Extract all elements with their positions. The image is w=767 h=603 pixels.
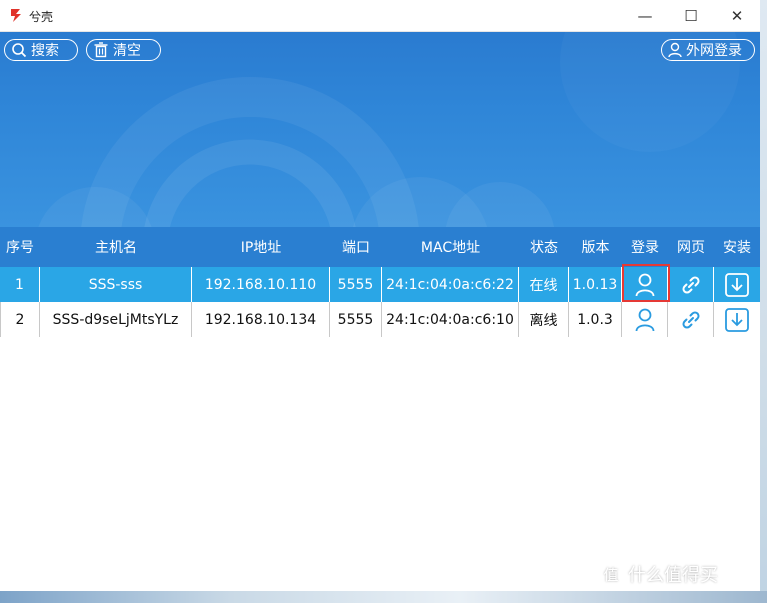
minimize-button[interactable]: — bbox=[622, 0, 668, 31]
install-button[interactable] bbox=[724, 272, 750, 298]
col-header-port: 端口 bbox=[342, 240, 370, 256]
watermark: 值 什么值得买 bbox=[598, 561, 718, 587]
cell-install bbox=[714, 302, 760, 337]
banner-decoration bbox=[38, 77, 555, 227]
col-header-ip: IP地址 bbox=[240, 240, 282, 256]
web-link-button[interactable] bbox=[678, 272, 704, 298]
cell-install bbox=[714, 267, 760, 302]
col-header-install: 安装 bbox=[723, 240, 751, 256]
cell-login bbox=[622, 267, 668, 302]
window-title: 兮壳 bbox=[29, 10, 54, 24]
table-row[interactable]: 2 SSS-d9seLjMtsYLz 192.168.10.134 5555 2… bbox=[0, 302, 760, 338]
cell-index: 2 bbox=[0, 302, 40, 337]
search-button[interactable]: 搜索 bbox=[4, 39, 78, 61]
watermark-badge: 值 bbox=[598, 561, 624, 587]
cell-mac: 24:1c:04:0a:c6:22 bbox=[382, 267, 519, 302]
col-header-mac: MAC地址 bbox=[420, 240, 481, 256]
cell-ip: 192.168.10.134 bbox=[192, 302, 330, 337]
empty-list-area bbox=[0, 337, 760, 591]
download-icon bbox=[725, 272, 749, 297]
clear-button-label: 清空 bbox=[113, 43, 141, 59]
login-button[interactable] bbox=[632, 272, 658, 298]
col-header-index: 序号 bbox=[6, 240, 34, 256]
close-button[interactable]: ✕ bbox=[714, 0, 760, 31]
desktop-background-right bbox=[760, 0, 767, 603]
cell-ip: 192.168.10.110 bbox=[192, 267, 330, 302]
watermark-text: 什么值得买 bbox=[628, 565, 718, 586]
col-header-web: 网页 bbox=[677, 240, 705, 256]
user-icon bbox=[668, 42, 682, 58]
col-header-login: 登录 bbox=[631, 240, 659, 256]
cell-version: 1.0.3 bbox=[569, 302, 622, 337]
install-button[interactable] bbox=[724, 307, 750, 333]
cell-port: 5555 bbox=[330, 267, 382, 302]
user-icon bbox=[635, 273, 654, 296]
web-link-button[interactable] bbox=[678, 307, 704, 333]
external-login-label: 外网登录 bbox=[686, 43, 742, 59]
link-icon bbox=[681, 310, 700, 329]
search-icon bbox=[12, 43, 27, 58]
cell-status: 离线 bbox=[519, 302, 569, 337]
col-header-version: 版本 bbox=[581, 240, 610, 256]
cell-hostname: SSS-d9seLjMtsYLz bbox=[40, 302, 192, 337]
link-icon bbox=[681, 275, 700, 294]
table-header: 序号 主机名 IP地址 端口 MAC地址 状态 版本 登录 网页 安装 bbox=[0, 227, 760, 267]
cell-index: 1 bbox=[0, 267, 40, 302]
col-header-status: 状态 bbox=[530, 240, 558, 256]
header-banner: 搜索 清空 外网登录 bbox=[0, 32, 760, 227]
login-button[interactable] bbox=[632, 307, 658, 333]
trash-icon bbox=[94, 42, 108, 58]
cell-login bbox=[622, 302, 668, 337]
clear-button[interactable]: 清空 bbox=[86, 39, 161, 61]
cell-mac: 24:1c:04:0a:c6:10 bbox=[382, 302, 519, 337]
download-icon bbox=[725, 307, 749, 332]
cell-web bbox=[668, 267, 714, 302]
app-logo-icon bbox=[11, 9, 21, 22]
search-button-label: 搜索 bbox=[31, 43, 59, 59]
user-icon bbox=[635, 308, 654, 331]
cell-version: 1.0.13 bbox=[569, 267, 622, 302]
col-header-hostname: 主机名 bbox=[95, 240, 137, 256]
desktop-background-bottom bbox=[0, 591, 767, 603]
table-row[interactable]: 1 SSS-sss 192.168.10.110 5555 24:1c:04:0… bbox=[0, 267, 760, 302]
cell-port: 5555 bbox=[330, 302, 382, 337]
title-bar: 兮壳 — ☐ ✕ bbox=[0, 0, 760, 32]
cell-status: 在线 bbox=[519, 267, 569, 302]
cell-hostname: SSS-sss bbox=[40, 267, 192, 302]
external-login-button[interactable]: 外网登录 bbox=[661, 39, 755, 61]
cell-web bbox=[668, 302, 714, 337]
maximize-button[interactable]: ☐ bbox=[668, 0, 714, 31]
